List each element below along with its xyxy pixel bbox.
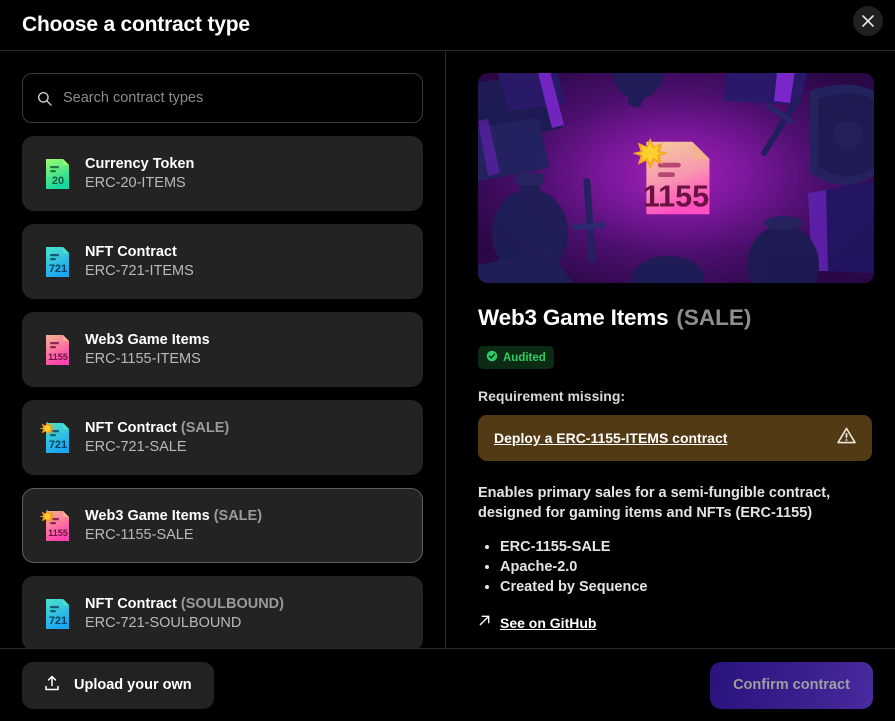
contract-type-icon: 1155 [39, 507, 73, 545]
list-item[interactable]: 721 NFT Contract ERC-721-ITEMS [22, 224, 423, 299]
contract-type-code: ERC-721-ITEMS [85, 263, 194, 279]
svg-text:1155: 1155 [643, 180, 709, 214]
contract-type-name-label: NFT Contract [85, 596, 177, 612]
modal-header: Choose a contract type [0, 0, 895, 51]
contract-type-variant-label: (SALE) [180, 420, 230, 436]
contract-type-name: Currency Token [85, 156, 194, 172]
svg-text:1155: 1155 [48, 352, 68, 362]
arrow-up-right-icon [478, 614, 491, 632]
contract-type-code: ERC-721-SOULBOUND [85, 615, 242, 631]
contract-type-name-label: Currency Token [85, 156, 195, 172]
warning-triangle-icon [837, 427, 856, 449]
contract-type-variant-label: (SALE) [213, 508, 263, 524]
contract-type-name-label: Web3 Game Items [85, 508, 210, 524]
check-circle-icon [486, 350, 498, 365]
upload-your-own-button[interactable]: Upload your own [22, 661, 214, 709]
list-item[interactable]: 721 NFT Contract (SOULBOUND) ERC-721-SOU… [22, 576, 423, 648]
contract-type-text: NFT Contract ERC-721-ITEMS [85, 244, 194, 279]
contract-type-code: ERC-1155-ITEMS [85, 351, 201, 367]
modal-body: 20 Currency Token ERC-20-ITEMS 721 NFT C… [0, 51, 895, 648]
detail-fact-list: ERC-1155-SALEApache-2.0Created by Sequen… [478, 537, 873, 597]
svg-text:20: 20 [52, 175, 64, 187]
contract-type-icon: 721 [39, 419, 73, 457]
contract-type-text: Web3 Game Items (SALE) ERC-1155-SALE [85, 508, 262, 543]
contract-detail-panel: 1155 Web3 Game Items (SALE) Audited Requ… [446, 51, 895, 648]
erc721-doc-icon: 721 [46, 598, 69, 629]
requirement-action-link[interactable]: Deploy a ERC-1155-ITEMS contract [494, 430, 727, 446]
contract-type-list-panel: 20 Currency Token ERC-20-ITEMS 721 NFT C… [0, 51, 446, 648]
detail-description: Enables primary sales for a semi-fungibl… [478, 485, 831, 521]
detail-title-row: Web3 Game Items (SALE) [478, 305, 873, 331]
github-link-label[interactable]: See on GitHub [500, 615, 596, 631]
page-title: Choose a contract type [22, 13, 250, 36]
github-link[interactable]: See on GitHub [478, 614, 596, 632]
close-button[interactable] [853, 6, 883, 36]
contract-type-text: Currency Token ERC-20-ITEMS [85, 156, 194, 191]
contract-type-icon: 20 [39, 155, 73, 193]
erc721-sale-icon: 721 [39, 421, 69, 453]
contract-type-code: ERC-721-SALE [85, 439, 187, 455]
svg-text:721: 721 [49, 615, 67, 627]
contract-type-name-label: NFT Contract [85, 420, 177, 436]
contract-type-code: ERC-20-ITEMS [85, 175, 186, 191]
list-item[interactable]: 1155 Web3 Game Items (SALE) ERC-1155-SAL… [22, 488, 423, 563]
erc1155-doc-icon: 1155 [46, 334, 69, 365]
contract-type-icon: 721 [39, 243, 73, 281]
contract-type-icon: 721 [39, 595, 73, 633]
contract-type-name: NFT Contract (SOULBOUND) [85, 596, 284, 612]
requirement-label: Requirement missing: [478, 388, 626, 404]
contract-type-code: ERC-1155-SALE [85, 527, 194, 543]
list-item[interactable]: 20 Currency Token ERC-20-ITEMS [22, 136, 423, 211]
svg-text:721: 721 [49, 439, 67, 451]
contract-type-name-label: Web3 Game Items [85, 332, 210, 348]
contract-type-variant-label: (SOULBOUND) [180, 596, 284, 612]
contract-hero-image: 1155 [478, 73, 874, 283]
status-badge-label: Audited [503, 351, 546, 364]
modal-footer: Upload your own Confirm contract [0, 648, 895, 721]
contract-type-text: NFT Contract (SALE) ERC-721-SALE [85, 420, 229, 455]
status-badge: Audited [478, 346, 554, 369]
contract-type-text: NFT Contract (SOULBOUND) ERC-721-SOULBOU… [85, 596, 284, 631]
list-item: Apache-2.0 [500, 557, 873, 577]
list-item[interactable]: 1155 Web3 Game Items ERC-1155-ITEMS [22, 312, 423, 387]
contract-type-list: 20 Currency Token ERC-20-ITEMS 721 NFT C… [22, 136, 423, 648]
list-item: Created by Sequence [500, 577, 873, 597]
contract-type-name: NFT Contract (SALE) [85, 420, 229, 436]
contract-type-name: Web3 Game Items (SALE) [85, 508, 262, 524]
upload-icon [44, 675, 60, 696]
choose-contract-type-modal: Choose a contract type 20 [0, 0, 895, 721]
detail-variant: (SALE) [676, 305, 752, 330]
erc721-doc-icon: 721 [46, 246, 69, 277]
contract-type-name: Web3 Game Items [85, 332, 210, 348]
contract-type-name: NFT Contract [85, 244, 194, 260]
list-item: ERC-1155-SALE [500, 537, 873, 557]
close-icon [862, 15, 874, 27]
list-item[interactable]: 721 NFT Contract (SALE) ERC-721-SALE [22, 400, 423, 475]
search-field-wrapper[interactable] [22, 73, 423, 123]
contract-type-text: Web3 Game Items ERC-1155-ITEMS [85, 332, 210, 367]
hero-contract-icon: 1155 [633, 137, 710, 215]
erc1155-sale-icon: 1155 [39, 509, 69, 541]
search-icon [37, 91, 52, 106]
confirm-contract-button[interactable]: Confirm contract [710, 661, 873, 709]
svg-text:1155: 1155 [48, 528, 68, 538]
requirement-banner[interactable]: Deploy a ERC-1155-ITEMS contract [478, 415, 872, 461]
search-input[interactable] [63, 90, 408, 106]
detail-title: Web3 Game Items [478, 305, 669, 330]
upload-button-label: Upload your own [74, 677, 192, 693]
erc20-doc-icon: 20 [46, 158, 69, 189]
contract-type-name-label: NFT Contract [85, 244, 177, 260]
contract-type-icon: 1155 [39, 331, 73, 369]
svg-text:721: 721 [49, 263, 67, 275]
